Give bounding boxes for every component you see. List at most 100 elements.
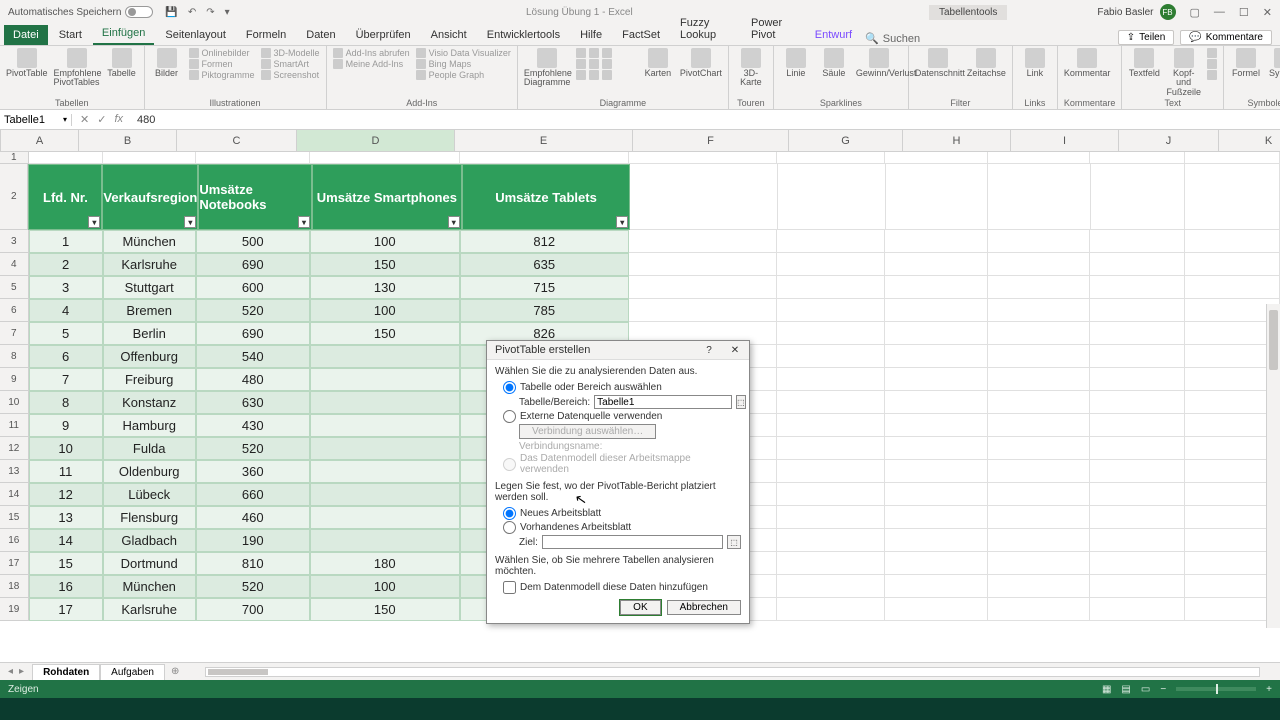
table-cell[interactable]: München	[103, 230, 196, 253]
cell[interactable]	[885, 437, 988, 460]
cell[interactable]	[629, 299, 777, 322]
cell[interactable]	[777, 276, 885, 299]
radio-external-source[interactable]: Externe Datenquelle verwenden	[503, 410, 741, 423]
cell[interactable]	[629, 230, 777, 253]
cell[interactable]	[1090, 345, 1185, 368]
cell[interactable]	[778, 164, 886, 230]
cell[interactable]	[1091, 164, 1186, 230]
cell[interactable]	[777, 552, 885, 575]
cell[interactable]	[885, 230, 988, 253]
cell[interactable]	[885, 552, 988, 575]
table-cell[interactable]: 635	[460, 253, 629, 276]
row-header[interactable]: 9	[0, 368, 29, 391]
cell[interactable]	[1090, 414, 1185, 437]
row-header[interactable]: 1	[0, 152, 29, 164]
cell[interactable]	[777, 598, 885, 621]
table-cell[interactable]: 100	[310, 299, 460, 322]
enter-formula-icon[interactable]: ✓	[97, 113, 106, 126]
cell[interactable]	[988, 529, 1091, 552]
table-cell[interactable]: 360	[196, 460, 310, 483]
row-header[interactable]: 3	[0, 230, 29, 253]
cell[interactable]	[629, 276, 777, 299]
cell[interactable]	[777, 322, 885, 345]
zoom-slider[interactable]	[1176, 687, 1256, 691]
cell[interactable]	[1090, 552, 1185, 575]
cell[interactable]	[1090, 598, 1185, 621]
name-box[interactable]: Tabelle1▾	[0, 114, 72, 126]
table-cell[interactable]: Oldenburg	[103, 460, 196, 483]
table-cell[interactable]: 520	[196, 299, 310, 322]
table-cell[interactable]: Karlsruhe	[103, 598, 196, 621]
chart-gallery[interactable]	[576, 70, 636, 80]
column-header[interactable]: K	[1219, 130, 1280, 152]
chart-gallery[interactable]	[576, 59, 636, 69]
table-cell[interactable]: 150	[310, 598, 460, 621]
collapse-dialog-icon[interactable]: ⬚	[736, 395, 746, 409]
cell[interactable]	[988, 345, 1091, 368]
tab-entwurf[interactable]: Entwurf	[806, 25, 861, 45]
table-header-cell[interactable]: Umsätze Tablets▾	[462, 164, 631, 230]
new-sheet-button[interactable]: ⊕	[165, 666, 185, 677]
row-header[interactable]: 10	[0, 391, 29, 414]
cell[interactable]	[885, 575, 988, 598]
horizontal-scrollbar[interactable]	[205, 667, 1260, 677]
table-cell[interactable]: 13	[29, 506, 103, 529]
table-cell[interactable]: 150	[310, 253, 460, 276]
sparkline-column-button[interactable]: Säule	[818, 48, 850, 78]
peoplegraph-button[interactable]: People Graph	[416, 70, 511, 80]
dialog-close-icon[interactable]: ✕	[725, 345, 745, 356]
table-button[interactable]: Tabelle	[106, 48, 138, 78]
table-header-cell[interactable]: Umsätze Notebooks▾	[198, 164, 312, 230]
recommended-charts-button[interactable]: Empfohlene Diagramme	[524, 48, 570, 88]
cell[interactable]	[777, 460, 885, 483]
bingmaps-button[interactable]: Bing Maps	[416, 59, 511, 69]
table-cell[interactable]: Gladbach	[103, 529, 196, 552]
row-header[interactable]: 17	[0, 552, 29, 575]
cell[interactable]	[777, 575, 885, 598]
table-cell[interactable]: 9	[29, 414, 103, 437]
table-cell[interactable]: 11	[29, 460, 103, 483]
column-header[interactable]: G	[789, 130, 903, 152]
cancel-button[interactable]: Abbrechen	[667, 600, 741, 615]
table-cell[interactable]	[310, 529, 460, 552]
radio-existing-worksheet[interactable]: Vorhandenes Arbeitsblatt	[503, 521, 741, 534]
sparkline-line-button[interactable]: Linie	[780, 48, 812, 78]
cell[interactable]	[988, 437, 1091, 460]
cell[interactable]	[1090, 391, 1185, 414]
cell[interactable]	[885, 299, 988, 322]
3dmap-button[interactable]: 3D-Karte	[735, 48, 767, 88]
online-pictures-button[interactable]: Onlinebilder	[189, 48, 255, 58]
row-header[interactable]: 11	[0, 414, 29, 437]
filter-dropdown-icon[interactable]: ▾	[298, 216, 310, 228]
table-cell[interactable]: 180	[310, 552, 460, 575]
table-cell[interactable]: 3	[29, 276, 103, 299]
cell[interactable]	[988, 575, 1091, 598]
cell[interactable]	[885, 322, 988, 345]
cell[interactable]	[1090, 368, 1185, 391]
minimize-icon[interactable]: —	[1214, 6, 1225, 19]
cell[interactable]	[777, 368, 885, 391]
cell[interactable]	[1090, 529, 1185, 552]
column-header[interactable]: B	[79, 130, 177, 152]
cell[interactable]	[777, 391, 885, 414]
table-cell[interactable]: 812	[460, 230, 629, 253]
link-button[interactable]: Link	[1019, 48, 1051, 78]
table-cell[interactable]: Flensburg	[103, 506, 196, 529]
cell[interactable]	[988, 552, 1091, 575]
cell[interactable]	[777, 483, 885, 506]
location-input[interactable]	[542, 535, 723, 549]
zoom-in-icon[interactable]: +	[1266, 684, 1272, 695]
sheet-tab-rohdaten[interactable]: Rohdaten	[32, 664, 100, 680]
cell[interactable]	[988, 276, 1091, 299]
pictures-button[interactable]: Bilder	[151, 48, 183, 78]
cell[interactable]	[988, 164, 1090, 230]
maps-button[interactable]: Karten	[642, 48, 674, 78]
table-cell[interactable]: 715	[460, 276, 629, 299]
cell[interactable]	[310, 152, 460, 164]
view-pagebreak-icon[interactable]: ▭	[1141, 684, 1150, 695]
cell[interactable]	[1090, 276, 1185, 299]
tab-seitenlayout[interactable]: Seitenlayout	[156, 25, 235, 45]
get-addins-button[interactable]: Add-Ins abrufen	[333, 48, 410, 58]
table-cell[interactable]	[310, 345, 460, 368]
cell[interactable]	[1090, 299, 1185, 322]
